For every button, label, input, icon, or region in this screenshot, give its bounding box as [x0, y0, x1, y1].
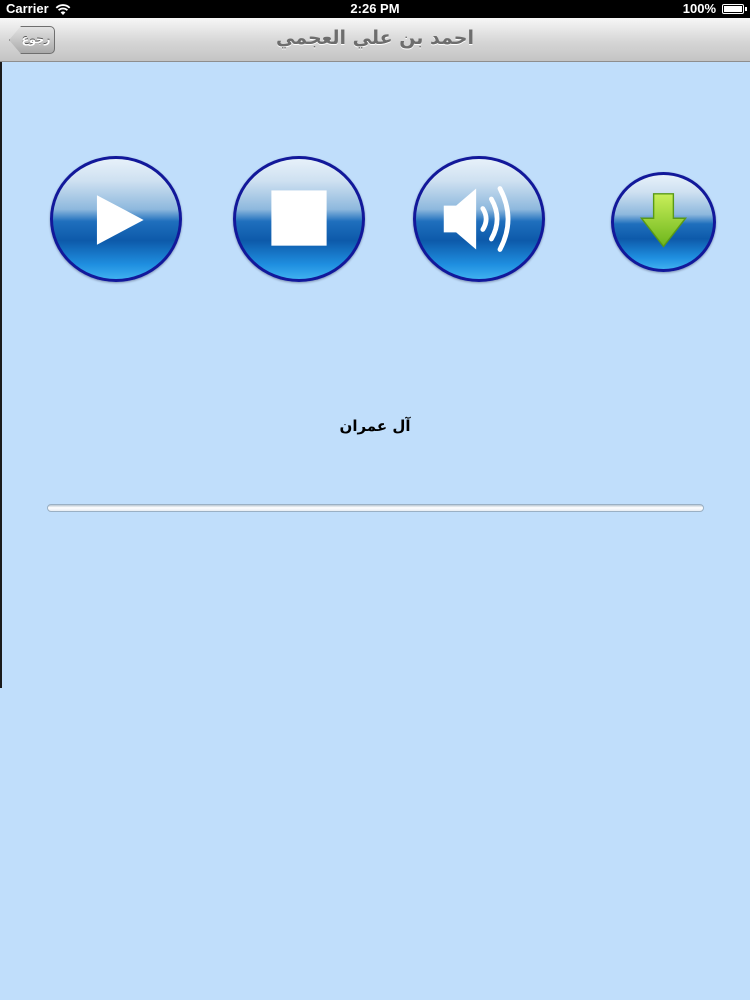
stop-icon — [271, 190, 327, 246]
play-icon — [96, 195, 144, 245]
navigation-bar: رجوع احمد بن علي العجمي — [0, 18, 750, 62]
stop-button[interactable] — [233, 156, 365, 282]
status-bar: Carrier 2:26 PM 100% — [0, 0, 750, 18]
volume-button[interactable] — [413, 156, 545, 282]
page-title: احمد بن علي العجمي — [276, 27, 474, 49]
surah-name-label: آل عمران — [339, 417, 411, 435]
download-button[interactable] — [611, 172, 716, 272]
progress-bar[interactable] — [47, 504, 704, 512]
play-button[interactable] — [50, 156, 182, 282]
download-arrow-icon — [639, 193, 688, 248]
left-edge-divider — [0, 62, 2, 688]
battery-fill — [724, 5, 742, 12]
clock: 2:26 PM — [350, 1, 400, 16]
speaker-icon — [443, 186, 511, 252]
battery-icon — [722, 3, 747, 14]
battery-percent: 100% — [682, 1, 716, 16]
